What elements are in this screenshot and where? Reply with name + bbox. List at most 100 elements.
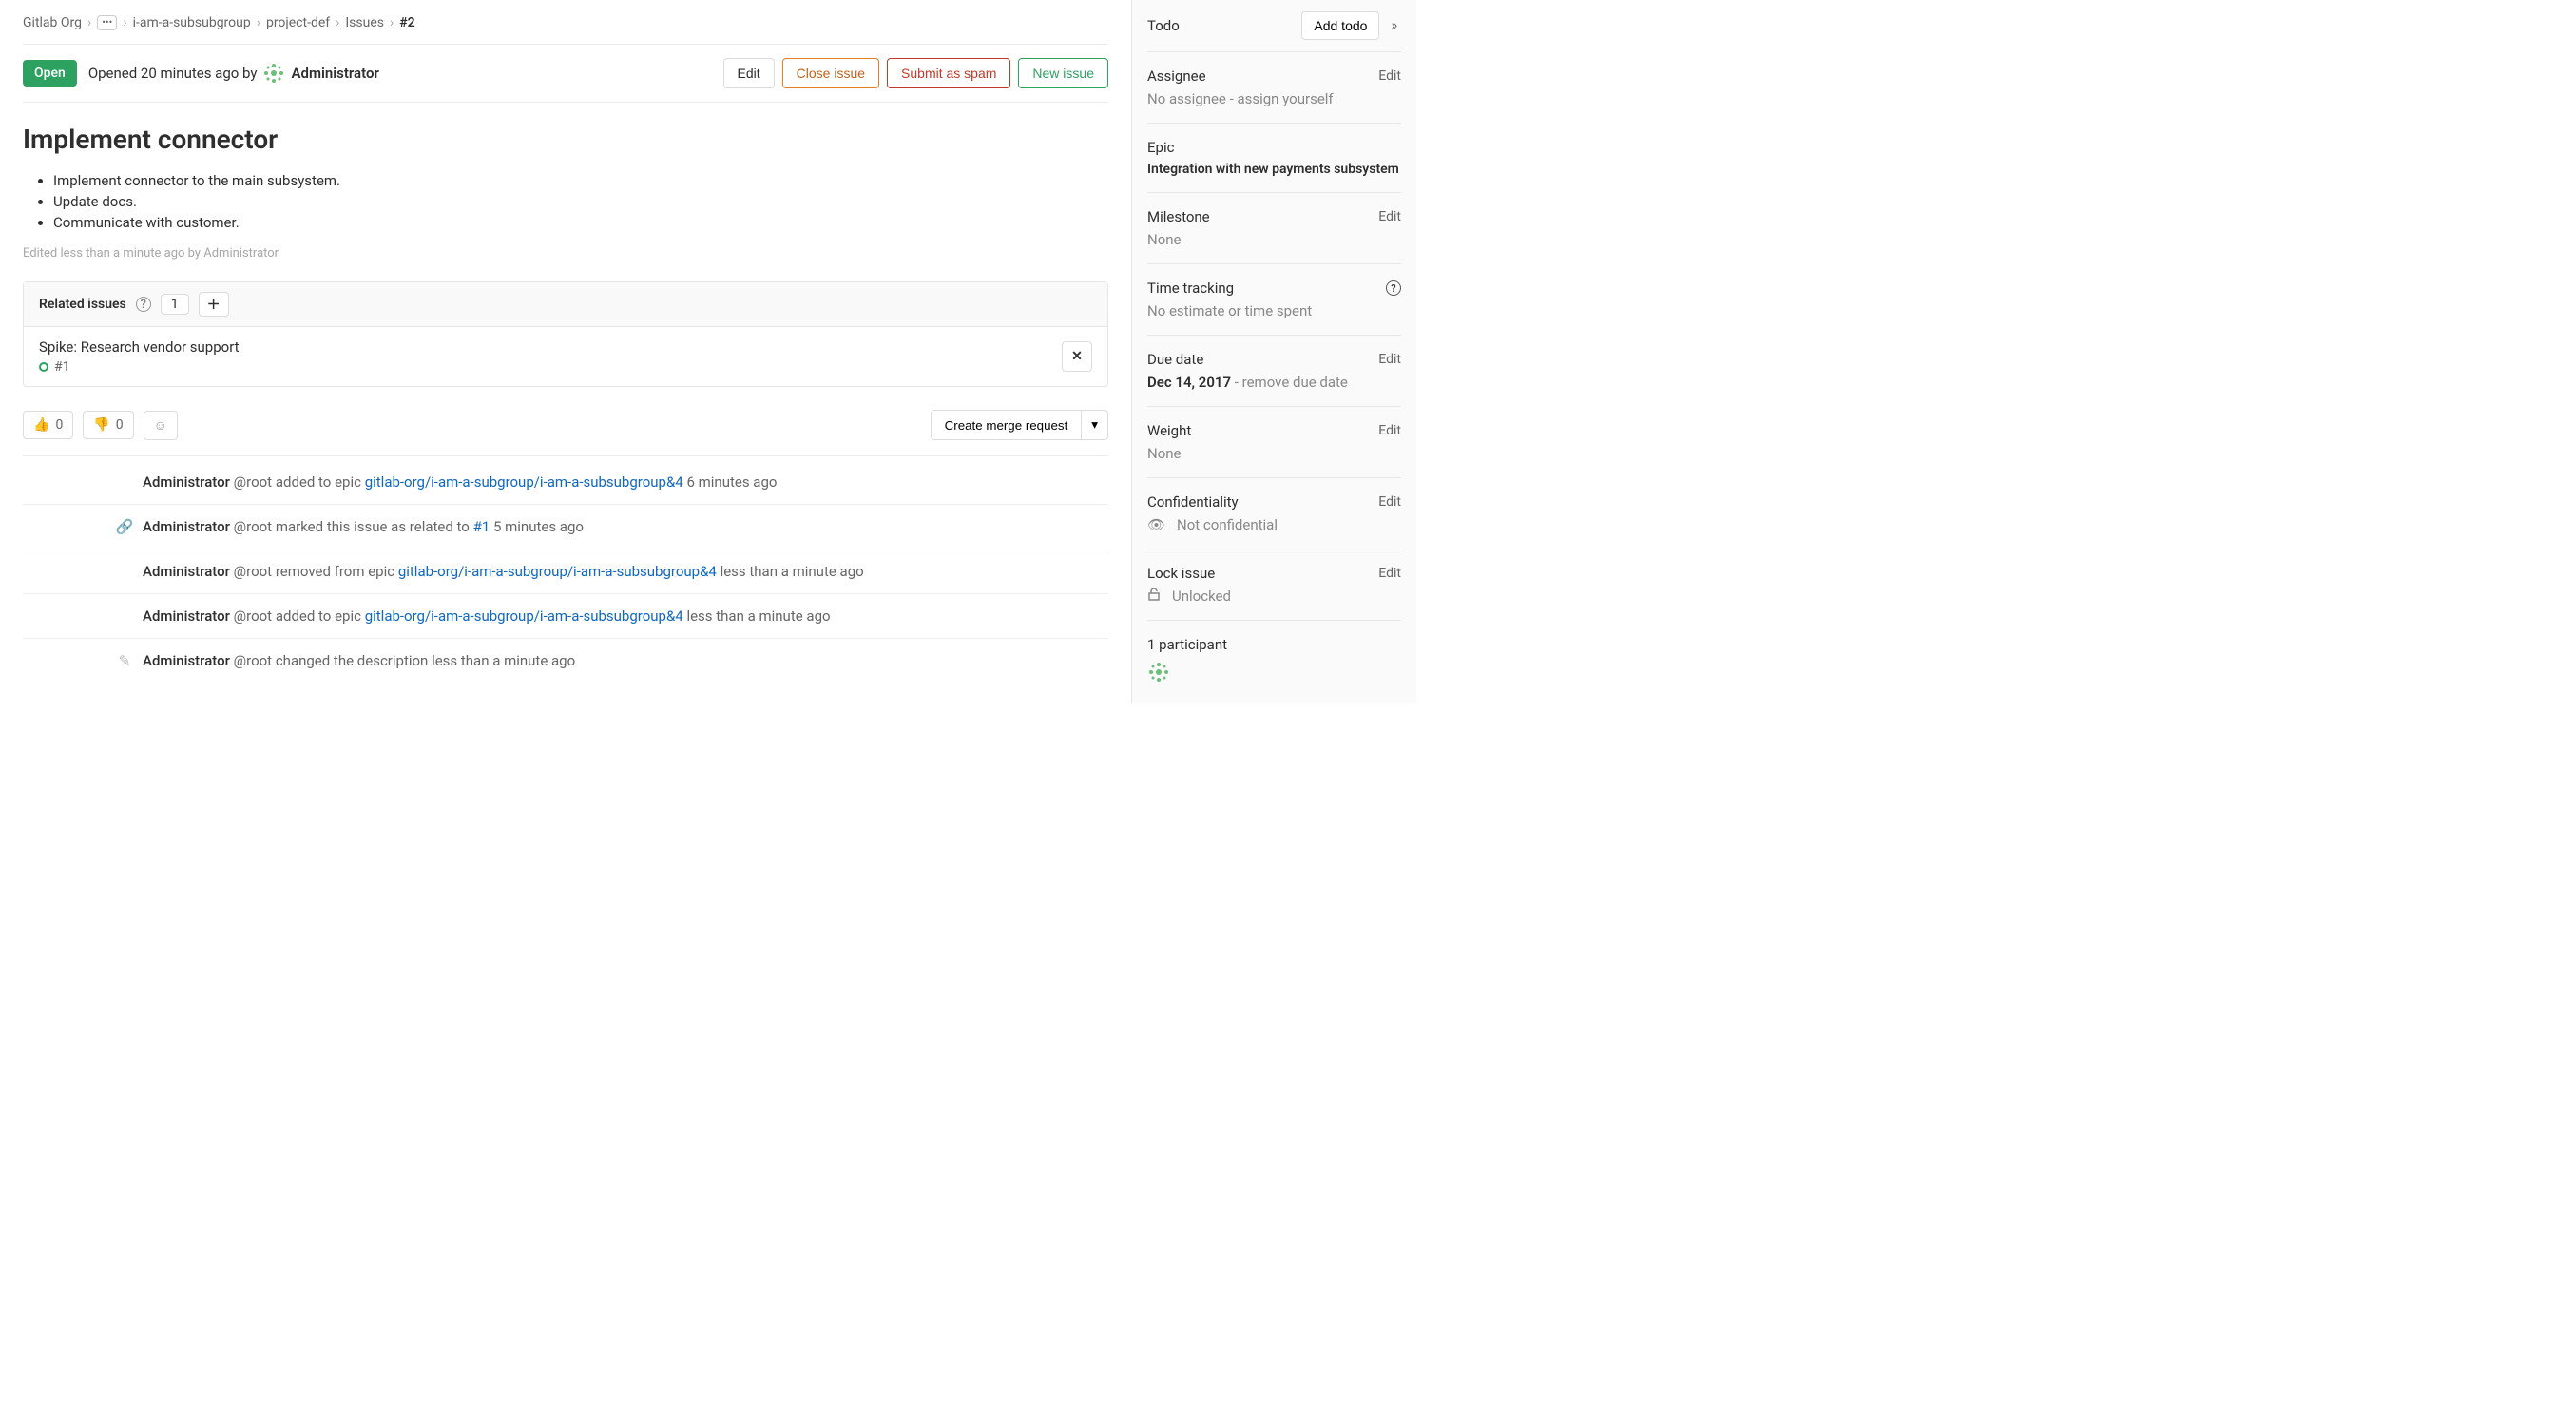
epic-value[interactable]: Integration with new payments subsystem	[1147, 162, 1401, 177]
assignee-edit[interactable]: Edit	[1378, 68, 1401, 84]
lock-open-icon	[1147, 588, 1161, 605]
milestone-edit[interactable]: Edit	[1378, 209, 1401, 224]
help-icon[interactable]: ?	[136, 297, 151, 312]
chevron-right-icon: ›	[336, 15, 339, 30]
add-related-issue-button[interactable]: ＋	[199, 292, 229, 317]
lock-value: Unlocked	[1172, 588, 1231, 605]
time-tracking-value: No estimate or time spent	[1147, 302, 1401, 319]
desc-bullet: Implement connector to the main subsyste…	[53, 172, 1108, 189]
activity-author[interactable]: Administrator	[143, 518, 230, 535]
issue-status-row: Open Opened 20 minutes ago by Administra…	[23, 45, 1108, 103]
activity-link[interactable]: #1	[473, 518, 490, 535]
new-issue-button[interactable]: New issue	[1018, 58, 1108, 88]
milestone-value: None	[1147, 231, 1401, 248]
activity-author[interactable]: Administrator	[143, 563, 230, 580]
milestone-label: Milestone	[1147, 208, 1210, 225]
desc-bullet: Communicate with customer.	[53, 214, 1108, 231]
edited-note: Edited less than a minute ago by Adminis…	[23, 246, 1108, 260]
issue-title: Implement connector	[23, 124, 1108, 155]
lock-block: Lock issue Edit Unlocked	[1147, 549, 1401, 621]
activity-action: added to epic	[272, 473, 365, 491]
chevron-right-icon: ›	[257, 15, 260, 30]
activity-time: less than a minute ago	[683, 607, 831, 625]
breadcrumb-subgroup[interactable]: i-am-a-subsubgroup	[133, 15, 251, 30]
time-tracking-help-icon[interactable]: ?	[1386, 280, 1401, 296]
chevron-right-icon: ›	[123, 15, 126, 30]
related-issues-count: 1	[161, 294, 189, 315]
related-issues-panel: Related issues ? 1 ＋ Spike: Research ven…	[23, 281, 1108, 387]
weight-label: Weight	[1147, 422, 1191, 439]
activity-link[interactable]: gitlab-org/i-am-a-subgroup/i-am-a-subsub…	[365, 607, 683, 625]
submit-spam-button[interactable]: Submit as spam	[887, 58, 1010, 88]
desc-bullet: Update docs.	[53, 193, 1108, 210]
activity-time: less than a minute ago	[432, 652, 575, 669]
activity-action: added to epic	[272, 607, 365, 625]
author-avatar-icon	[262, 62, 285, 85]
activity-item: 🔗 Administrator @root marked this issue …	[23, 505, 1108, 549]
due-date-edit[interactable]: Edit	[1378, 352, 1401, 367]
create-mr-dropdown-toggle[interactable]: ▾	[1082, 410, 1108, 440]
caret-down-icon: ▾	[1091, 417, 1098, 432]
weight-block: Weight Edit None	[1147, 407, 1401, 478]
chevron-right-icon: ›	[87, 15, 91, 30]
remove-related-issue-button[interactable]: ✕	[1062, 341, 1092, 372]
assignee-block: Assignee Edit No assignee - assign yours…	[1147, 52, 1401, 124]
edit-button[interactable]: Edit	[723, 58, 775, 88]
todo-label: Todo	[1147, 17, 1180, 34]
activity-link[interactable]: gitlab-org/i-am-a-subgroup/i-am-a-subsub…	[398, 563, 717, 580]
breadcrumb-ellipsis[interactable]: •••	[97, 15, 117, 30]
time-tracking-block: Time tracking ? No estimate or time spen…	[1147, 264, 1401, 336]
create-merge-request-button[interactable]: Create merge request	[931, 410, 1083, 440]
activity-handle: @root	[234, 473, 272, 491]
time-tracking-label: Time tracking	[1147, 279, 1234, 297]
thumbs-up-count: 0	[55, 417, 63, 433]
activity-author[interactable]: Administrator	[143, 652, 230, 669]
lock-label: Lock issue	[1147, 565, 1215, 582]
collapse-sidebar-icon[interactable]: »	[1387, 14, 1401, 37]
activity-author[interactable]: Administrator	[143, 607, 230, 625]
lock-edit[interactable]: Edit	[1378, 566, 1401, 581]
breadcrumb-section[interactable]: Issues	[345, 15, 384, 30]
chevron-right-icon: ›	[390, 15, 394, 30]
weight-edit[interactable]: Edit	[1378, 423, 1401, 438]
activity-item: Administrator @root added to epic gitlab…	[23, 460, 1108, 505]
due-date-label: Due date	[1147, 351, 1203, 368]
thumbs-up-button[interactable]: 👍 0	[23, 411, 73, 439]
due-date-block: Due date Edit Dec 14, 2017 - remove due …	[1147, 336, 1401, 407]
author-name[interactable]: Administrator	[291, 65, 378, 82]
close-issue-button[interactable]: Close issue	[782, 58, 879, 88]
confidentiality-edit[interactable]: Edit	[1378, 494, 1401, 510]
activity-action: removed from epic	[272, 563, 398, 580]
breadcrumb-org[interactable]: Gitlab Org	[23, 15, 82, 30]
thumbs-up-icon: 👍	[33, 417, 49, 433]
add-reaction-button[interactable]: ☺	[144, 411, 178, 440]
activity-handle: @root	[234, 652, 272, 669]
activity-feed: Administrator @root added to epic gitlab…	[23, 456, 1108, 683]
epic-label: Epic	[1147, 139, 1174, 156]
activity-time: less than a minute ago	[717, 563, 864, 580]
remove-due-date-link[interactable]: - remove due date	[1231, 374, 1348, 391]
activity-item: ✎ Administrator @root changed the descri…	[23, 639, 1108, 683]
add-todo-button[interactable]: Add todo	[1301, 11, 1379, 40]
opened-by: Opened 20 minutes ago by Administrator	[88, 62, 379, 85]
thumbs-down-button[interactable]: 👎 0	[83, 411, 133, 439]
activity-action: changed the description	[272, 652, 432, 669]
activity-handle: @root	[234, 607, 272, 625]
assign-yourself-link[interactable]: assign yourself	[1237, 90, 1333, 107]
epic-block: Epic Integration with new payments subsy…	[1147, 124, 1401, 193]
status-badge: Open	[23, 60, 77, 87]
breadcrumb-project[interactable]: project-def	[266, 15, 330, 30]
related-issues-label: Related issues	[39, 297, 126, 312]
activity-item: Administrator @root removed from epic gi…	[23, 549, 1108, 594]
thumbs-down-count: 0	[116, 417, 124, 433]
activity-link[interactable]: gitlab-org/i-am-a-subgroup/i-am-a-subsub…	[365, 473, 683, 491]
assignee-label: Assignee	[1147, 67, 1206, 85]
activity-author[interactable]: Administrator	[143, 473, 230, 491]
activity-action: marked this issue as related to	[272, 518, 472, 535]
participant-avatar-icon[interactable]	[1147, 661, 1170, 684]
related-issue-title[interactable]: Spike: Research vendor support	[39, 338, 240, 356]
assignee-value: No assignee -	[1147, 90, 1237, 107]
issue-description: Implement connector to the main subsyste…	[23, 172, 1108, 231]
related-issue-ref[interactable]: #1	[54, 359, 70, 375]
eye-icon: 👁	[1147, 516, 1165, 533]
